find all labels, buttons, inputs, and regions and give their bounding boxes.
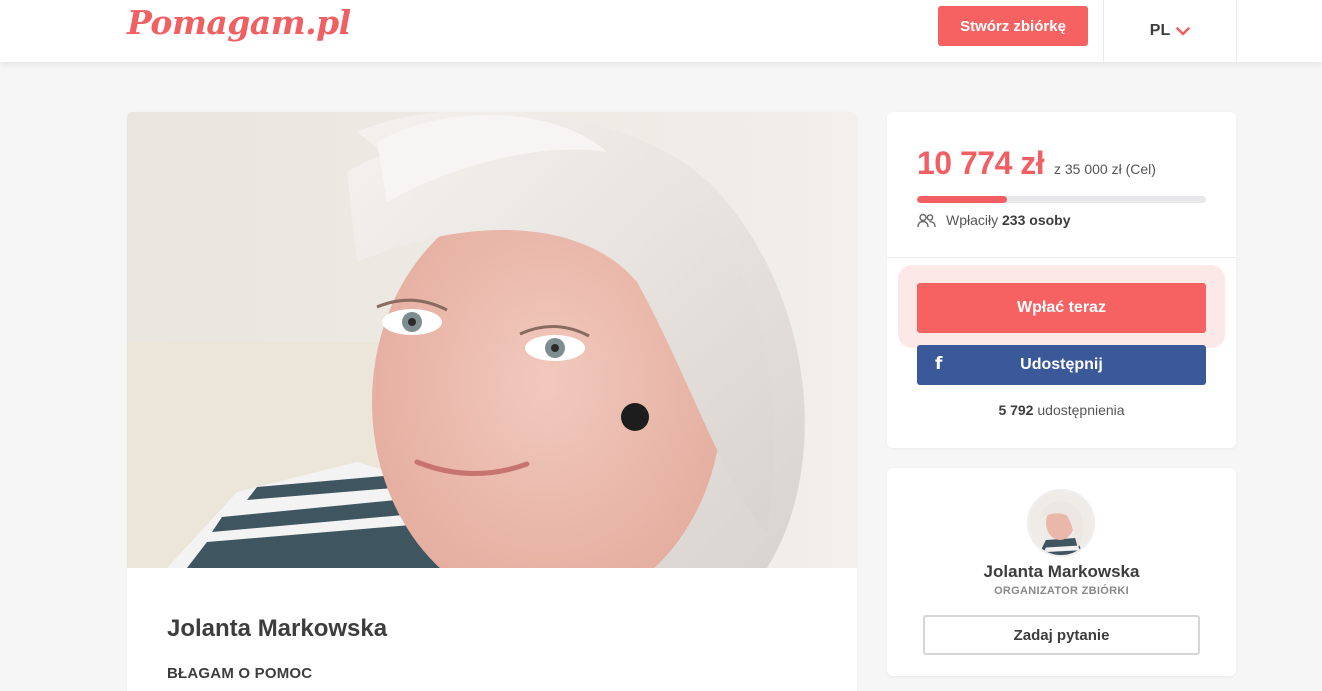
campaign-photo [127, 112, 857, 568]
users-icon [917, 213, 936, 227]
top-header: Pomagam.pl Stwórz zbiórkę PL [0, 0, 1322, 62]
shares-number: 5 792 [998, 402, 1034, 418]
goal-amount: z 35 000 zł (Cel) [1054, 161, 1156, 177]
ask-question-button[interactable]: Zadaj pytanie [923, 615, 1200, 655]
organizer-role: ORGANIZATOR ZBIÓRKI [994, 585, 1129, 597]
payers-info: Wpłaciły 233 osoby [917, 212, 1071, 228]
progress-bar [917, 196, 1206, 203]
campaign-title: Jolanta Markowska [167, 615, 388, 642]
pay-now-button[interactable]: Wpłać teraz [917, 283, 1206, 333]
shares-count: 5 792 udostępnienia [887, 402, 1236, 418]
create-fundraiser-button[interactable]: Stwórz zbiórkę [938, 6, 1088, 46]
chevron-down-icon [1176, 26, 1191, 35]
payers-label: Wpłaciły [946, 212, 999, 228]
facebook-share-button[interactable]: f Udostępnij [917, 345, 1206, 385]
organizer-card: Jolanta Markowska ORGANIZATOR ZBIÓRKI Za… [887, 468, 1236, 676]
language-selector[interactable]: PL [1103, 0, 1237, 62]
language-label: PL [1149, 22, 1171, 39]
organizer-name[interactable]: Jolanta Markowska [887, 562, 1236, 582]
campaign-subtitle: BŁAGAM O POMOC [167, 665, 313, 682]
divider [887, 257, 1236, 258]
avatar[interactable] [1027, 489, 1095, 557]
site-logo[interactable]: Pomagam.pl [127, 3, 351, 42]
facebook-icon: f [935, 354, 943, 374]
payers-count: 233 osoby [1002, 212, 1071, 228]
progress-fill [917, 196, 1007, 203]
share-label: Udostępnij [1020, 356, 1103, 373]
shares-label: udostępnienia [1037, 402, 1125, 418]
raised-amount: 10 774 zł [917, 145, 1045, 181]
campaign-card: Jolanta Markowska BŁAGAM O POMOC [127, 112, 857, 691]
donation-card: 10 774 zł z 35 000 zł (Cel) Wpłaciły 233… [887, 112, 1236, 448]
